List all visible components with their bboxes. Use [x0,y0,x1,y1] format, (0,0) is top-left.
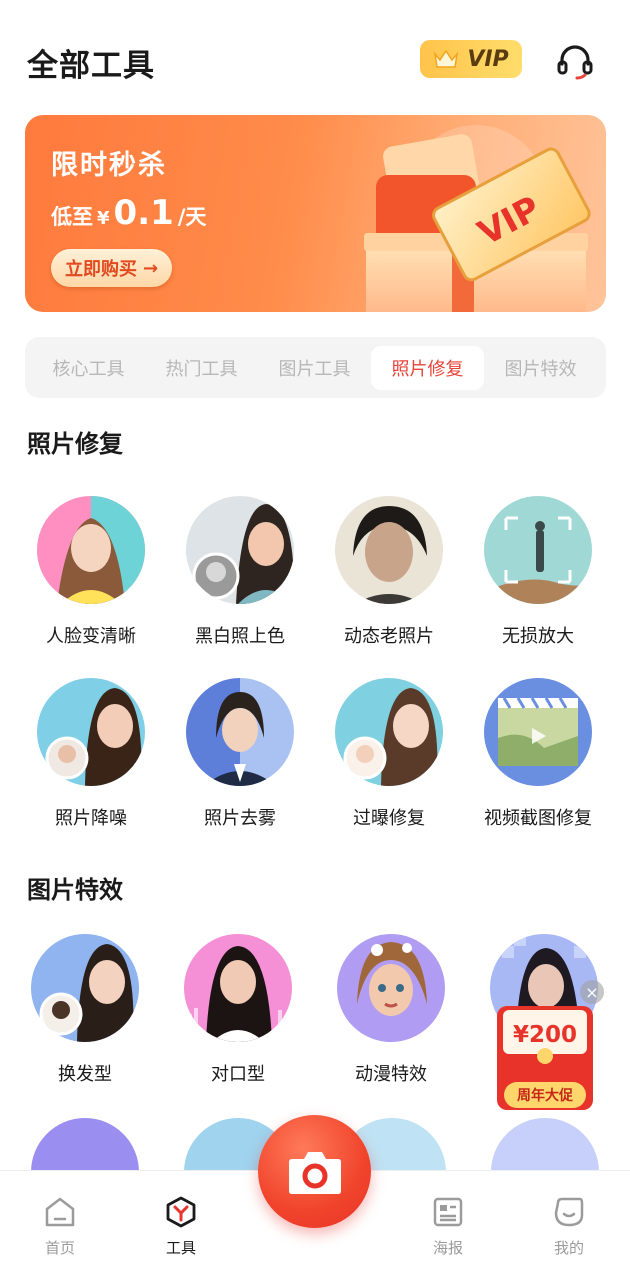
profile-icon [554,1197,584,1227]
tab-hot-tools[interactable]: 热门工具 [145,346,258,390]
tool-change-hairstyle[interactable]: 换发型 [10,934,160,1086]
price-currency: ¥ [97,208,110,229]
tool-thumbnail [184,934,292,1042]
tool-thumbnail [484,678,592,786]
tool-thumbnail [337,934,445,1042]
tool-label: 动漫特效 [355,1064,427,1085]
tool-face-clarity[interactable]: 人脸变清晰 [16,496,166,648]
close-icon[interactable]: × [580,980,604,1004]
tool-anime-effect[interactable]: 动漫特效 [316,934,466,1086]
tool-label: 动态老照片 [344,626,434,647]
tab-image-effects[interactable]: 图片特效 [484,346,597,390]
tool-video-frame-repair[interactable]: 视频截图修复 [463,678,613,830]
section-title-image-effects: 图片特效 [27,876,123,904]
camera-icon [288,1151,341,1194]
tool-lip-sync[interactable]: 对口型 [163,934,313,1086]
tool-thumbnail [335,496,443,604]
promo-tag: 周年大促 [504,1082,586,1108]
banner-title: 限时秒杀 [51,150,167,181]
promo-amount: ¥200 [512,1022,577,1048]
header: 全部工具 VIP [0,0,630,110]
tab-core-tools[interactable]: 核心工具 [32,346,145,390]
page-title: 全部工具 [27,48,155,84]
poster-icon [433,1197,463,1227]
vip-button[interactable]: VIP [420,40,522,78]
tools-icon [166,1196,196,1228]
nav-poster[interactable]: 海报 [408,1195,488,1258]
vip-label: VIP [467,46,509,72]
tool-thumbnail [186,678,294,786]
tab-photo-repair[interactable]: 照片修复 [371,345,484,390]
tool-thumbnail [31,934,139,1042]
camera-button[interactable] [258,1115,371,1228]
tool-label: 照片降噪 [55,808,127,829]
arrow-right-icon: → [143,257,159,279]
crown-icon [434,49,459,68]
tab-image-tools[interactable]: 图片工具 [258,346,371,390]
nav-mine[interactable]: 我的 [529,1195,609,1258]
tool-animate-old-photo[interactable]: 动态老照片 [314,496,464,648]
section-title-photo-repair: 照片修复 [27,430,123,458]
nav-mine-label: 我的 [553,1239,584,1257]
tool-colorize-bw[interactable]: 黑白照上色 [165,496,315,648]
tool-label: 黑白照上色 [195,626,285,647]
vip-gift-illustration: VIP [364,125,591,312]
headset-icon[interactable] [554,40,596,82]
home-icon [45,1197,75,1227]
nav-home[interactable]: 首页 [20,1195,100,1258]
tool-label: 换发型 [58,1064,112,1085]
tool-thumbnail [186,496,294,604]
tool-thumbnail [335,678,443,786]
tool-label: 过曝修复 [353,808,425,829]
price-prefix: 低至 [51,205,93,229]
nav-tools-label: 工具 [165,1239,196,1257]
buy-now-label: 立即购买 [65,259,137,280]
tool-thumbnail [37,678,145,786]
price-value: 0.1 [113,193,174,233]
tool-photo-denoise[interactable]: 照片降噪 [16,678,166,830]
nav-home-label: 首页 [44,1239,75,1257]
tool-thumbnail [37,496,145,604]
promo-banner[interactable]: 限时秒杀 低至 ¥ 0.1 /天 立即购买 → VIP [25,115,606,312]
tool-label: 照片去雾 [204,808,276,829]
tool-photo-dehaze[interactable]: 照片去雾 [165,678,315,830]
tool-overexposure-repair[interactable]: 过曝修复 [314,678,464,830]
price-suffix: /天 [177,205,207,229]
category-tabs: 核心工具 热门工具 图片工具 照片修复 图片特效 [25,337,606,398]
tool-lossless-upscale[interactable]: 无损放大 [463,496,613,648]
tool-label: 无损放大 [502,626,574,647]
nav-tools[interactable]: 工具 [141,1195,221,1258]
tool-thumbnail [484,496,592,604]
tool-label: 视频截图修复 [484,808,592,829]
tool-label: 人脸变清晰 [46,626,136,647]
buy-now-button[interactable]: 立即购买 → [51,249,173,287]
tool-label: 对口型 [211,1064,265,1085]
banner-price: 低至 ¥ 0.1 /天 [51,193,206,233]
nav-poster-label: 海报 [432,1239,463,1257]
